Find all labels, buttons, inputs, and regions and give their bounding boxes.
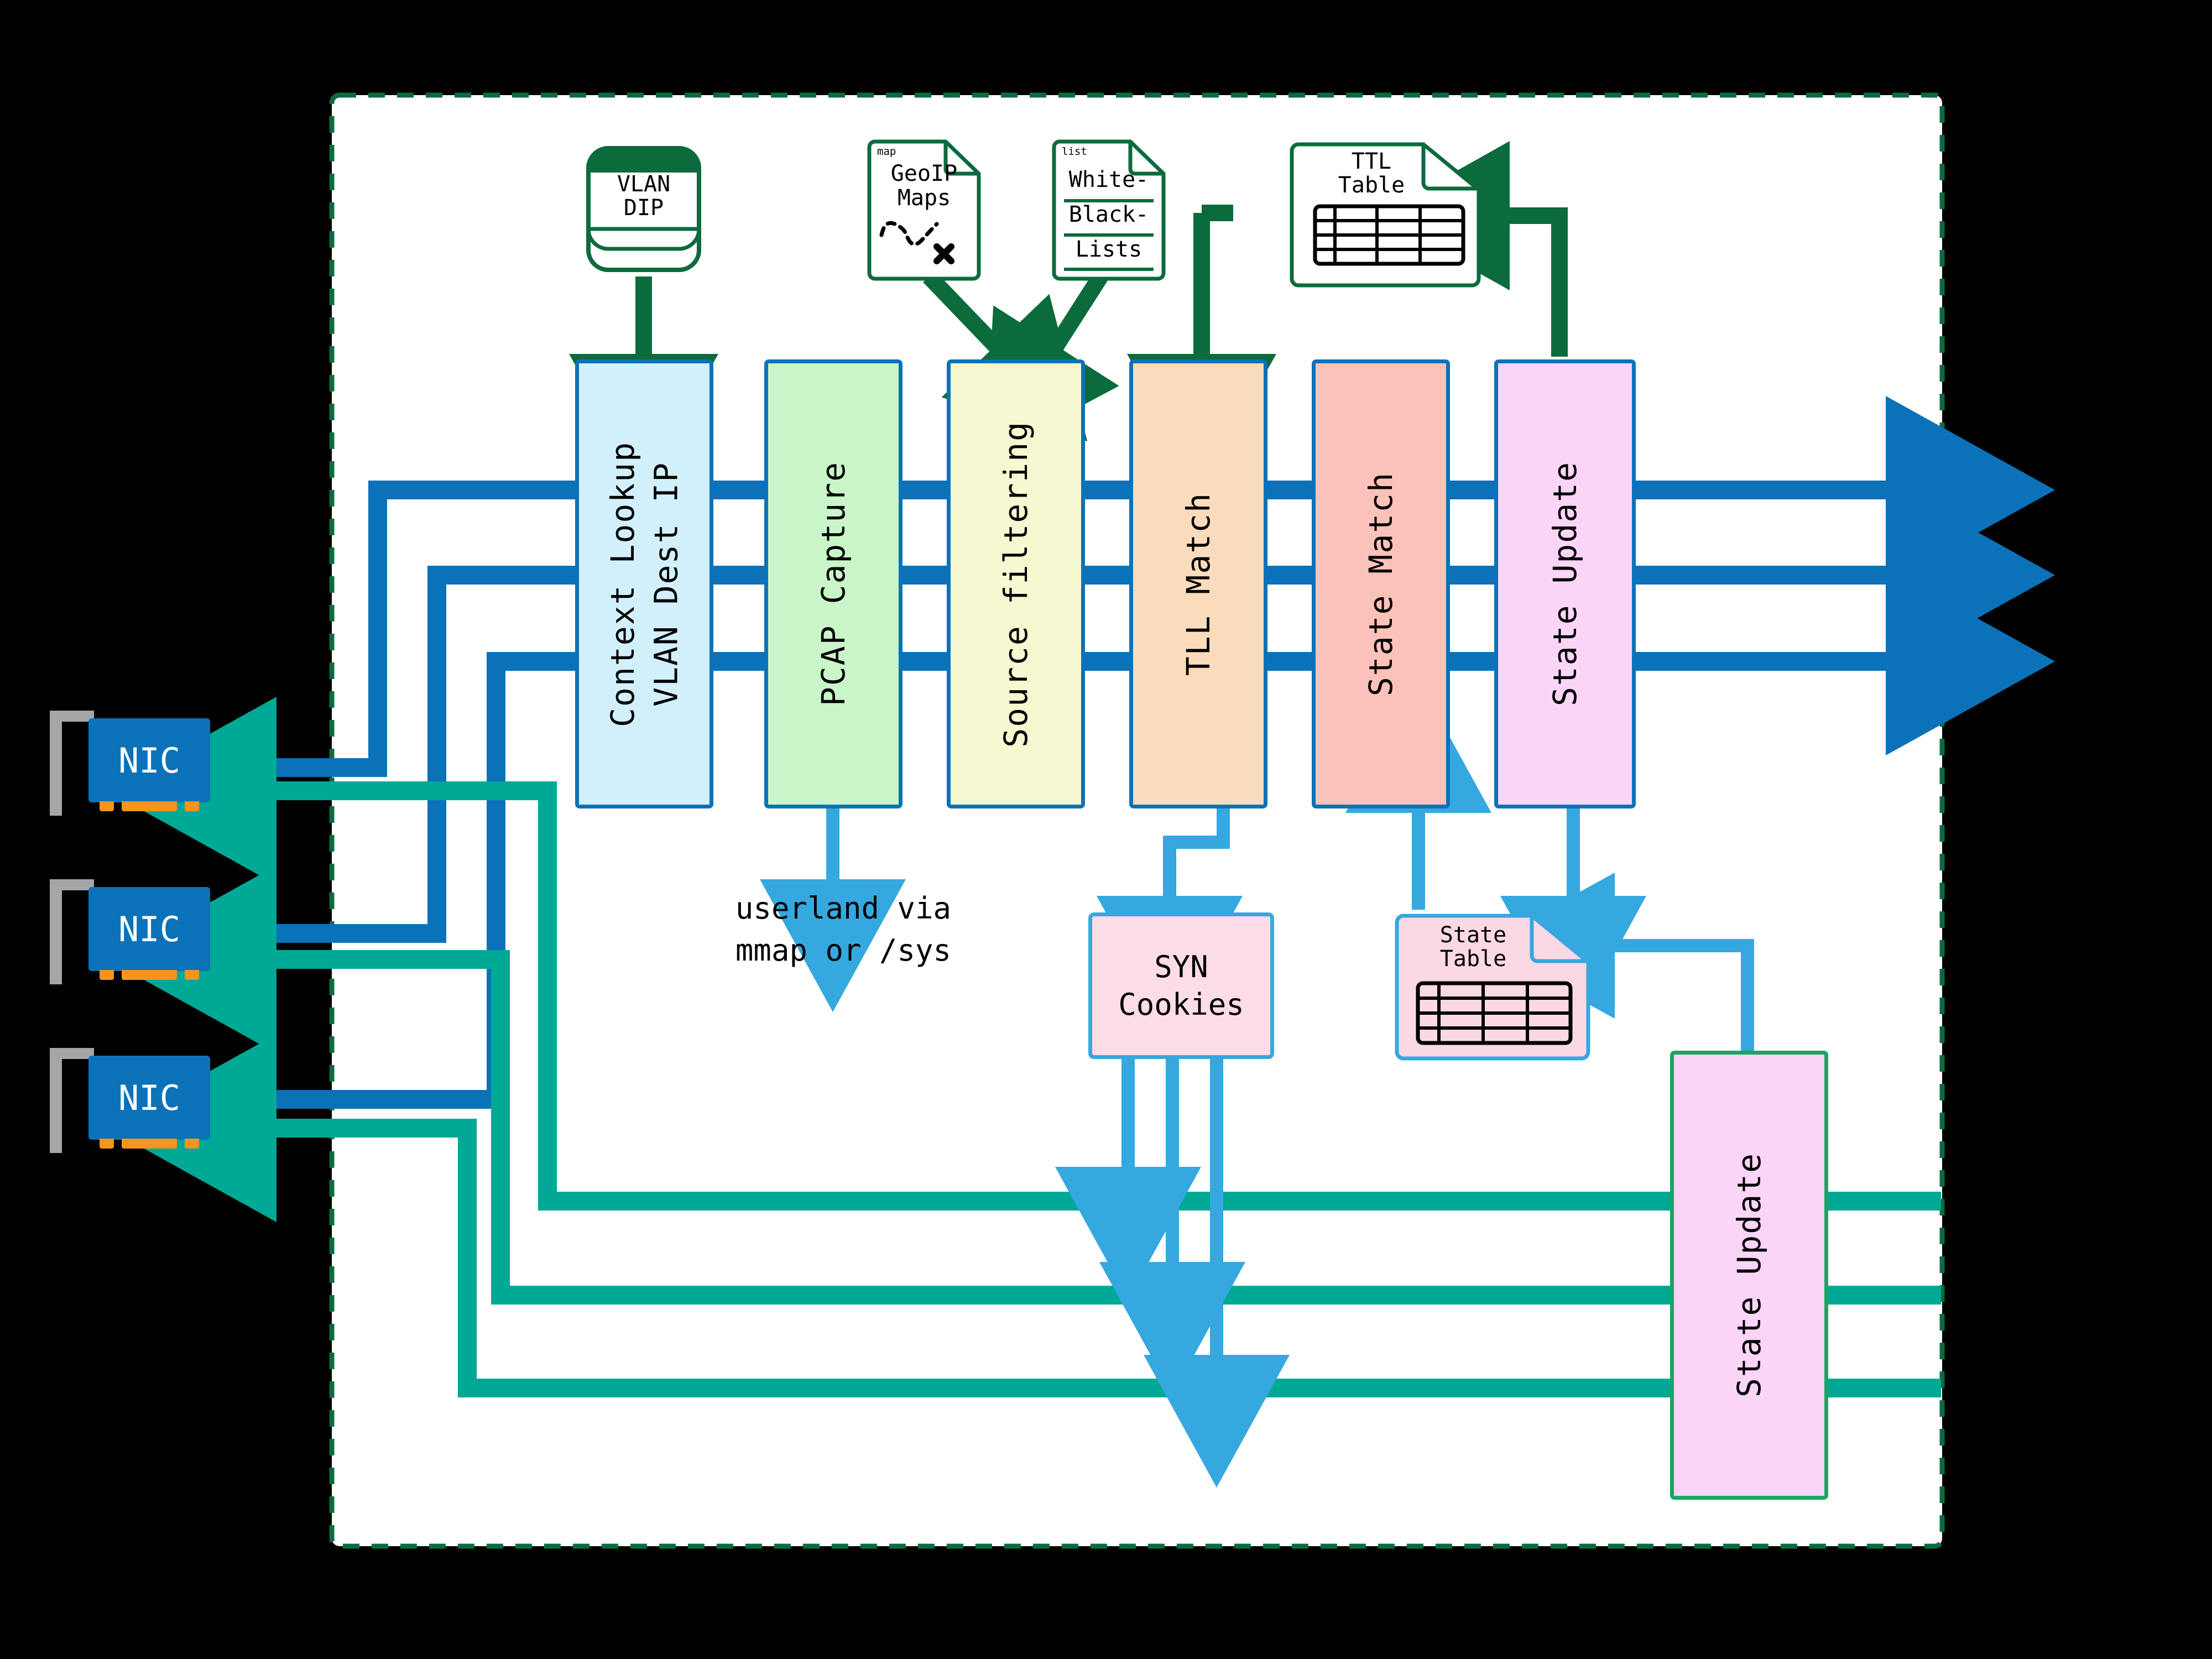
pipeline-stage-state-match[interactable]: State Match: [1312, 359, 1450, 808]
state-table-label: State Table: [1439, 922, 1507, 972]
nic-bracket-top: [50, 711, 94, 722]
nic-bracket: [50, 711, 62, 816]
nic-pins: [100, 1139, 199, 1149]
pipeline-stage-source-filtering[interactable]: Source filtering: [947, 359, 1085, 808]
nic-pins: [100, 970, 199, 980]
pipeline-stage-label: Context Lookup VLAN Dest IP: [603, 441, 685, 727]
pipeline-stage-state-update[interactable]: State Update: [1494, 359, 1636, 808]
syn-cookies-box[interactable]: SYN Cookies: [1088, 912, 1274, 1059]
source-ttl-table[interactable]: TTL Table: [1288, 141, 1482, 288]
userland-note: userland via mmap or /sys: [735, 891, 952, 968]
syn-cookies-label-2: Cookies: [1118, 987, 1244, 1022]
pipeline-stage-pcap-capture[interactable]: PCAP Capture: [764, 359, 902, 808]
nic-card[interactable]: NIC: [50, 1048, 216, 1153]
nic-body: NIC: [88, 1056, 210, 1140]
nic-bracket-top: [50, 1048, 94, 1059]
nic-bracket: [50, 879, 62, 984]
nic-bracket-top: [50, 879, 94, 890]
source-lists-tag: list: [1062, 145, 1087, 158]
pipeline-stage-label: TLL Match: [1180, 492, 1217, 676]
state-update-bottom-box[interactable]: State Update: [1670, 1051, 1828, 1500]
nic-body: NIC: [88, 718, 210, 802]
state-table-icon[interactable]: State Table: [1394, 912, 1593, 1062]
nic-label: NIC: [118, 1077, 180, 1118]
pipeline-stage-tll-match[interactable]: TLL Match: [1129, 359, 1267, 808]
source-geoip-label: GeoIP Maps: [890, 161, 958, 211]
source-vlan-dip-label: VLAN DIP: [617, 171, 671, 221]
pipeline-stage-label: State Update: [1546, 461, 1584, 707]
pipeline-stage-label: State Match: [1362, 471, 1400, 697]
nic-pins: [100, 801, 199, 811]
nic-label: NIC: [118, 909, 180, 950]
nic-bracket: [50, 1048, 62, 1153]
pipeline-stage-context-lookup[interactable]: Context Lookup VLAN Dest IP: [575, 359, 713, 808]
syn-cookies-label: SYN: [1154, 950, 1208, 984]
diagram-canvas: NIC NIC NIC VLAN DIP map GeoIP Maps list…: [0, 0, 2212, 1659]
pipeline-stage-label: PCAP Capture: [815, 461, 852, 707]
pipeline-stage-label: Source filtering: [997, 420, 1035, 748]
nic-label: NIC: [118, 740, 180, 781]
source-ttl-label: TTL Table: [1338, 149, 1405, 199]
nic-body: NIC: [88, 887, 210, 971]
source-geoip-tag: map: [877, 145, 896, 158]
source-lists-label: White- Black- Lists: [1068, 167, 1149, 263]
state-update-bottom-label: State Update: [1730, 1152, 1768, 1398]
nic-card[interactable]: NIC: [50, 879, 216, 984]
nic-card[interactable]: NIC: [50, 711, 216, 816]
source-geoip-maps[interactable]: map GeoIP Maps: [866, 138, 982, 282]
source-vlan-dip[interactable]: VLAN DIP: [585, 145, 702, 273]
source-white-black-lists[interactable]: list White- Black- Lists: [1051, 138, 1167, 282]
